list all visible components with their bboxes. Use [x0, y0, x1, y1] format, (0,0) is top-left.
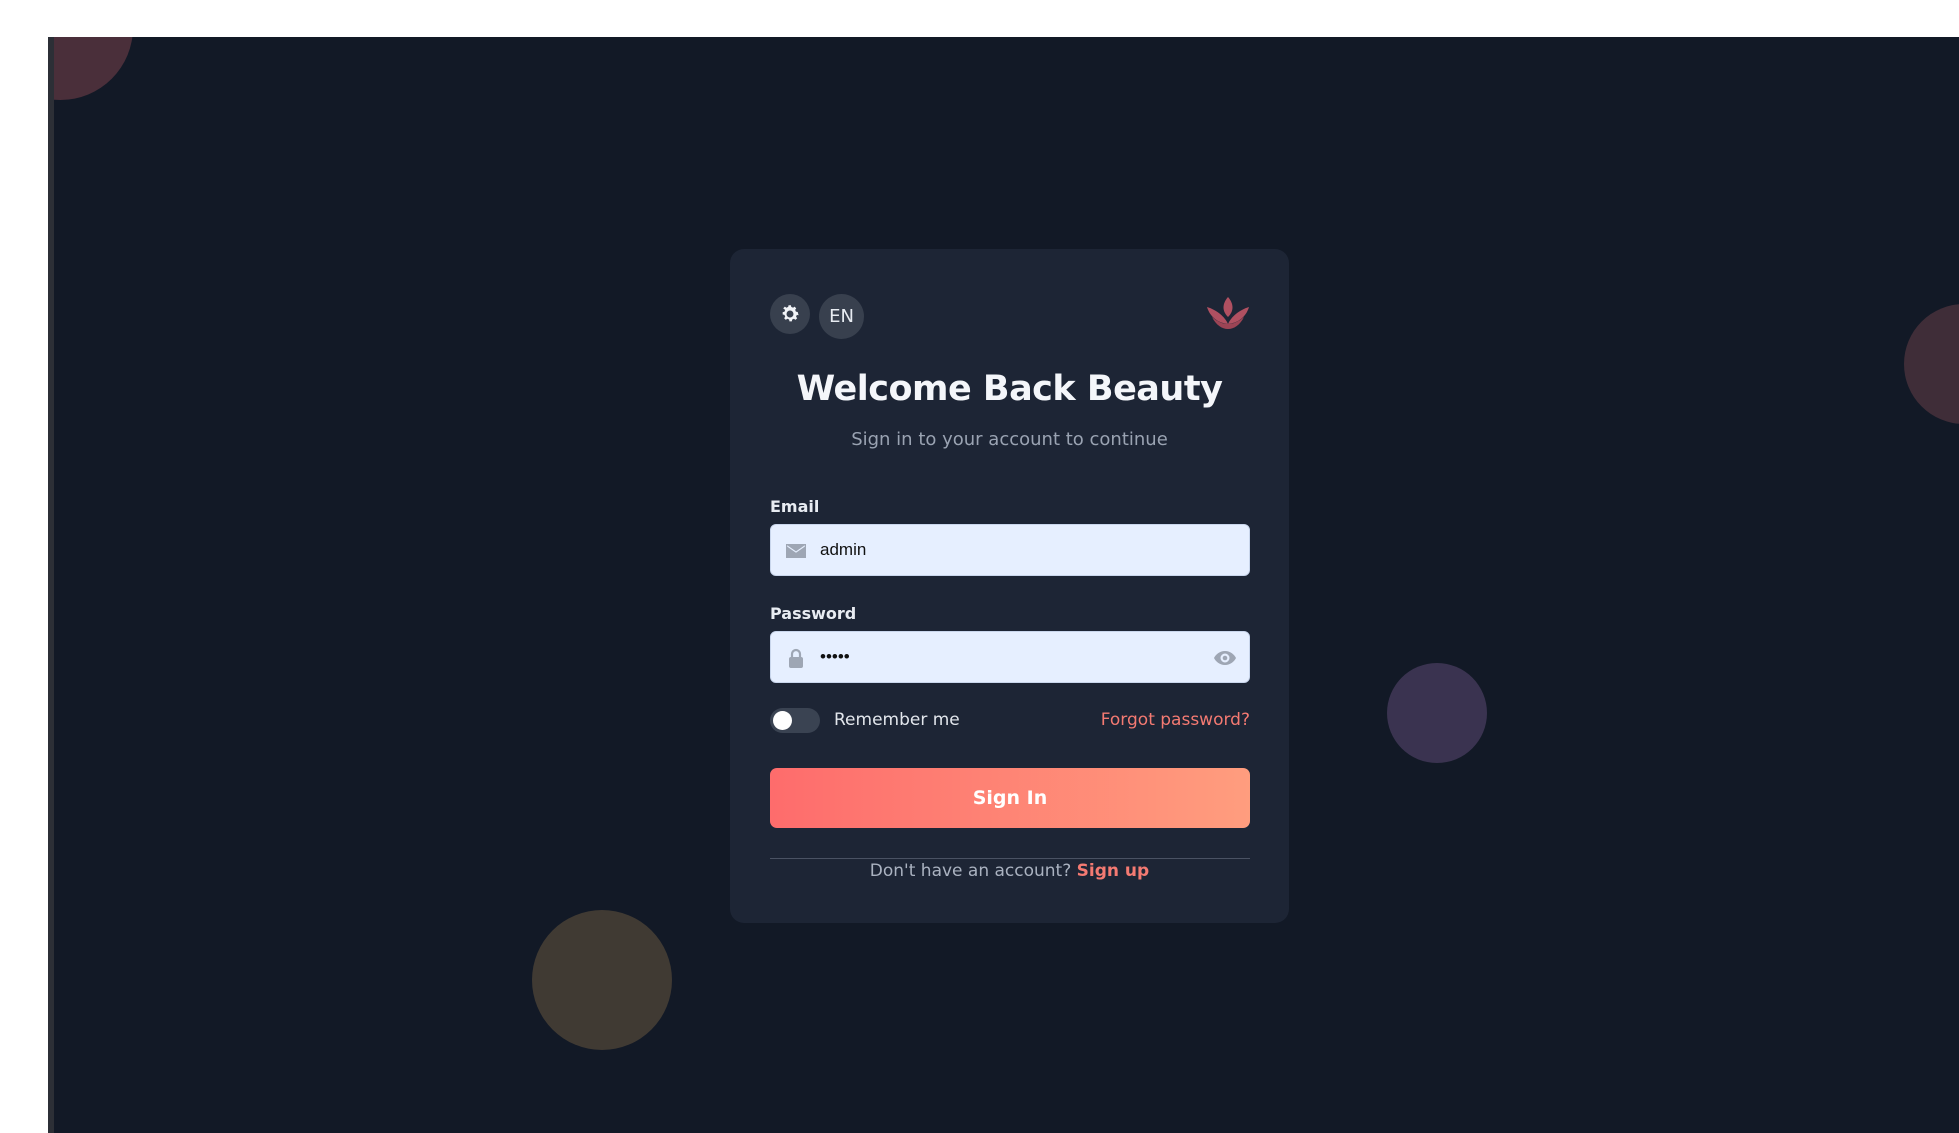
password-input[interactable] — [820, 632, 1200, 682]
eye-icon[interactable] — [1213, 648, 1237, 668]
decor-bubble — [48, 37, 133, 100]
sign-up-link[interactable]: Sign up — [1077, 861, 1150, 881]
sign-in-button[interactable]: Sign In — [770, 768, 1250, 828]
signup-row: Don't have an account? Sign up — [730, 861, 1289, 881]
decor-bubble — [1904, 304, 1959, 424]
password-label: Password — [770, 604, 857, 623]
email-label: Email — [770, 497, 820, 516]
page-subtitle: Sign in to your account to continue — [851, 429, 1168, 450]
password-field-wrapper — [770, 631, 1250, 683]
email-field-wrapper — [770, 524, 1250, 576]
lock-icon — [789, 648, 803, 668]
language-label: EN — [829, 306, 854, 327]
remember-me-label: Remember me — [834, 710, 960, 730]
language-button[interactable]: EN — [819, 294, 864, 339]
envelope-icon — [786, 544, 806, 558]
decor-bubble — [1387, 663, 1487, 763]
signup-prompt: Don't have an account? — [869, 861, 1072, 881]
decor-bubble — [532, 910, 672, 1050]
forgot-password-link[interactable]: Forgot password? — [1101, 710, 1250, 730]
login-card: EN Welcome Back Beauty Sign in to your a… — [730, 249, 1289, 923]
page-title: Welcome Back Beauty — [796, 369, 1223, 409]
divider — [770, 858, 1250, 859]
lotus-icon — [1207, 297, 1249, 329]
email-input[interactable] — [820, 525, 1200, 575]
remember-me-toggle[interactable] — [770, 708, 820, 733]
gear-icon — [782, 305, 799, 322]
toggle-knob — [773, 711, 792, 730]
viewport-edge — [48, 37, 54, 1133]
theme-toggle-button[interactable] — [770, 294, 810, 334]
